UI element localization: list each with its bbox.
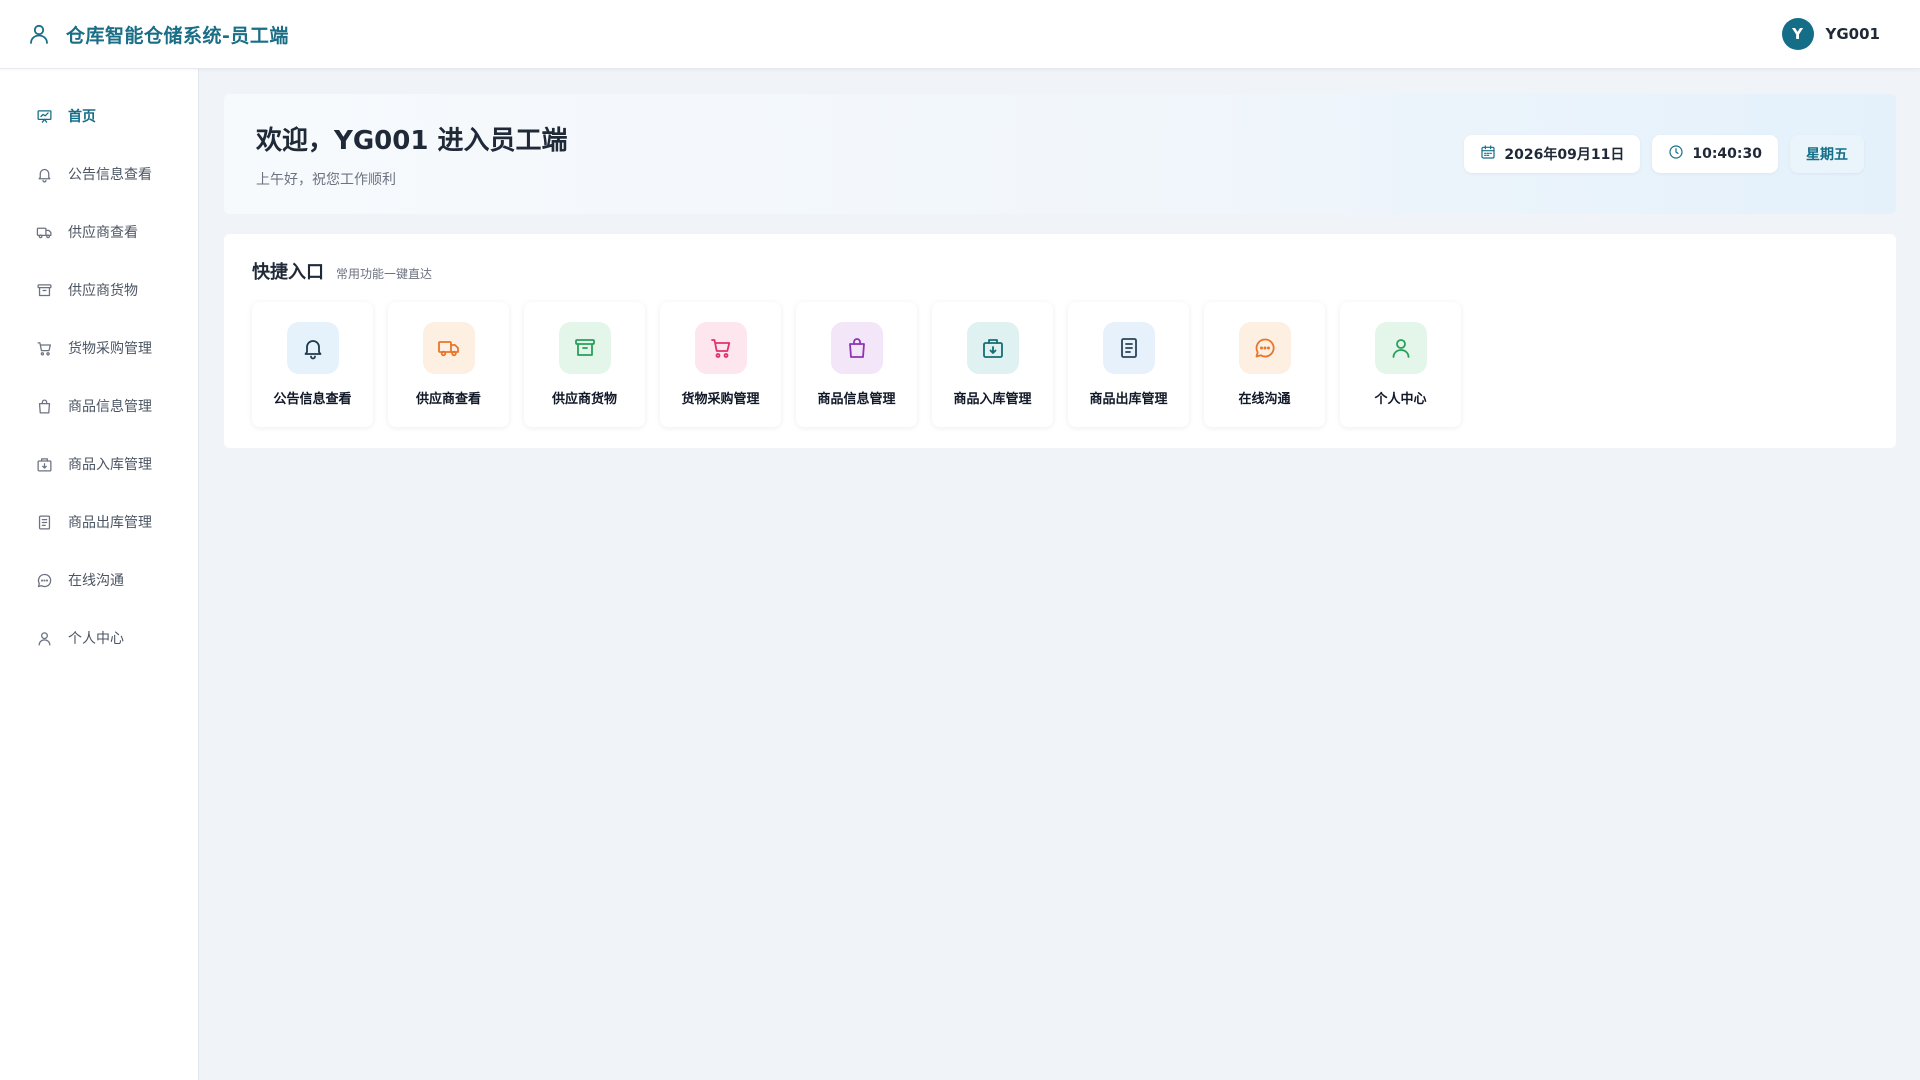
sidebar-item-label: 商品出库管理	[68, 515, 152, 531]
tile-label: 供应商货物	[551, 392, 617, 407]
chat-bubble-icon	[35, 571, 53, 589]
package-in-icon	[966, 322, 1019, 374]
quick-tile-suppliers[interactable]: 供应商查看	[388, 302, 509, 427]
sidebar-item-products[interactable]: 商品信息管理	[0, 377, 198, 435]
quick-tile-purchase[interactable]: 货物采购管理	[660, 302, 781, 427]
cart-icon	[35, 339, 53, 357]
user-icon	[35, 629, 53, 647]
quick-entry-subtitle: 常用功能一键直达	[336, 267, 433, 281]
bell-icon	[35, 165, 53, 183]
quick-tile-stock-in[interactable]: 商品入库管理	[932, 302, 1053, 427]
welcome-text: 欢迎，YG001 进入员工端 上午好，祝您工作顺利	[256, 120, 568, 189]
sidebar-item-purchase[interactable]: 货物采购管理	[0, 319, 198, 377]
sidebar-item-label: 在线沟通	[68, 573, 124, 589]
date-text: 2026年09月11日	[1504, 147, 1625, 163]
sidebar-item-label: 首页	[68, 109, 96, 125]
tile-label: 供应商查看	[415, 392, 481, 407]
top-header: 仓库智能仓储系统-员工端 Y YG001	[0, 0, 1920, 69]
brand[interactable]: 仓库智能仓储系统-员工端	[26, 21, 289, 48]
time-text: 10:40:30	[1692, 146, 1762, 162]
shopping-bag-icon	[830, 322, 883, 374]
quick-tile-products[interactable]: 商品信息管理	[796, 302, 917, 427]
tile-label: 公告信息查看	[273, 392, 352, 407]
sidebar-item-stock-in[interactable]: 商品入库管理	[0, 435, 198, 493]
page-title: 欢迎，YG001 进入员工端	[256, 125, 568, 156]
document-list-icon	[1102, 322, 1155, 374]
user-outline-icon	[26, 21, 52, 47]
user-icon	[1374, 322, 1427, 374]
user-name[interactable]: YG001	[1826, 25, 1881, 43]
chat-bubble-icon	[1238, 322, 1291, 374]
sidebar-item-label: 供应商查看	[68, 225, 138, 241]
document-list-icon	[35, 513, 53, 531]
tile-label: 商品入库管理	[953, 392, 1032, 407]
shopping-bag-icon	[35, 397, 53, 415]
quick-tile-supplier-goods[interactable]: 供应商货物	[524, 302, 645, 427]
quick-tile-chat[interactable]: 在线沟通	[1204, 302, 1325, 427]
datetime-chips: 2026年09月11日 10:40:30 星期五	[1464, 135, 1864, 173]
sidebar: 首页 公告信息查看 供应商查看 供应商货物 货物采购管理 商品信息管理 商品入库…	[0, 69, 199, 1080]
sidebar-item-suppliers[interactable]: 供应商查看	[0, 203, 198, 261]
quick-tile-stock-out[interactable]: 商品出库管理	[1068, 302, 1189, 427]
archive-box-icon	[35, 281, 53, 299]
sidebar-item-label: 商品入库管理	[68, 457, 152, 473]
clock-icon	[1668, 144, 1684, 164]
sidebar-item-chat[interactable]: 在线沟通	[0, 551, 198, 609]
time-chip: 10:40:30	[1652, 135, 1778, 173]
quick-tile-profile[interactable]: 个人中心	[1340, 302, 1461, 427]
truck-icon	[35, 223, 53, 241]
tile-label: 个人中心	[1374, 392, 1427, 407]
quick-entry-tiles: 公告信息查看 供应商查看 供应商货物 货物采购管理 商品信息管理 商品入库管理 …	[252, 302, 1868, 427]
dashboard-icon	[35, 107, 53, 125]
quick-entry-header: 快捷入口 常用功能一键直达	[252, 258, 1868, 284]
tile-label: 在线沟通	[1238, 392, 1291, 407]
avatar[interactable]: Y	[1781, 18, 1814, 50]
archive-box-icon	[558, 322, 611, 374]
quick-entry-panel: 快捷入口 常用功能一键直达 公告信息查看 供应商查看 供应商货物 货物采购管理	[224, 234, 1896, 448]
package-in-icon	[35, 455, 53, 473]
bell-icon	[286, 322, 339, 374]
welcome-banner: 欢迎，YG001 进入员工端 上午好，祝您工作顺利 2026年09月11日 10…	[224, 94, 1896, 214]
sidebar-item-label: 供应商货物	[68, 283, 138, 299]
tile-label: 商品信息管理	[817, 392, 896, 407]
sidebar-item-label: 商品信息管理	[68, 399, 152, 415]
date-chip: 2026年09月11日	[1464, 135, 1641, 173]
sidebar-item-label: 货物采购管理	[68, 341, 152, 357]
truck-icon	[422, 322, 475, 374]
cart-icon	[694, 322, 747, 374]
sidebar-item-supplier-goods[interactable]: 供应商货物	[0, 261, 198, 319]
welcome-subtitle: 上午好，祝您工作顺利	[256, 171, 396, 188]
tile-label: 商品出库管理	[1089, 392, 1168, 407]
user-menu[interactable]: Y YG001	[1781, 18, 1881, 50]
sidebar-item-label: 公告信息查看	[68, 167, 152, 183]
tile-label: 货物采购管理	[681, 392, 760, 407]
sidebar-item-stock-out[interactable]: 商品出库管理	[0, 493, 198, 551]
sidebar-item-profile[interactable]: 个人中心	[0, 609, 198, 667]
weekday-chip: 星期五	[1790, 135, 1864, 173]
sidebar-item-label: 个人中心	[68, 631, 124, 647]
sidebar-item-home[interactable]: 首页	[0, 87, 198, 145]
quick-entry-title: 快捷入口	[252, 262, 324, 283]
sidebar-item-announcements[interactable]: 公告信息查看	[0, 145, 198, 203]
weekday-text: 星期五	[1806, 147, 1848, 163]
quick-tile-announcements[interactable]: 公告信息查看	[252, 302, 373, 427]
calendar-icon	[1480, 144, 1496, 164]
app-title: 仓库智能仓储系统-员工端	[66, 24, 289, 47]
